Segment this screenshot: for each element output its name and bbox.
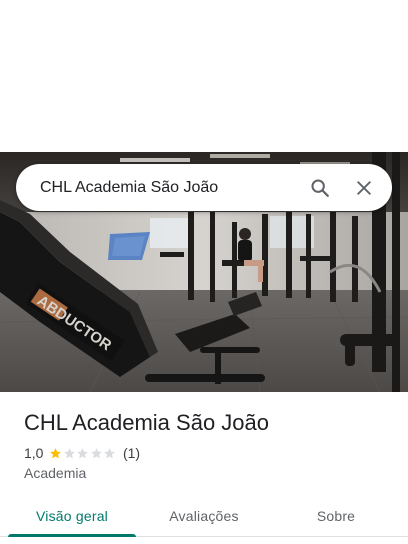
place-category[interactable]: Academia [24, 465, 86, 481]
map-top-area [0, 0, 408, 152]
rating-value: 1,0 [24, 445, 44, 461]
rating-stars [49, 447, 117, 460]
tab-overview-label: Visão geral [36, 508, 108, 524]
clear-search-button[interactable] [342, 166, 386, 210]
rating-row[interactable]: 1,0 (1) [24, 444, 140, 462]
star-icon [64, 447, 75, 458]
place-title: CHL Academia São João [24, 410, 269, 435]
close-icon [357, 180, 371, 195]
tab-about-label: Sobre [316, 508, 356, 524]
search-icon [311, 178, 329, 197]
search-input[interactable] [16, 165, 298, 210]
tab-overview[interactable]: Visão geral [0, 496, 144, 537]
star-icon [77, 447, 89, 458]
tab-reviews-label: Avaliações [169, 508, 239, 524]
review-count: (1) [122, 445, 141, 461]
star-icon [104, 447, 116, 458]
star-icon [91, 447, 102, 458]
search-button[interactable] [298, 166, 342, 210]
tab-reviews[interactable]: Avaliações [144, 496, 264, 536]
place-tabs: Visão geral Avaliações Sobre [0, 496, 408, 537]
active-tab-indicator [8, 534, 136, 537]
tab-about[interactable]: Sobre [264, 496, 408, 536]
search-bar [16, 164, 392, 211]
star-icon [50, 447, 62, 458]
